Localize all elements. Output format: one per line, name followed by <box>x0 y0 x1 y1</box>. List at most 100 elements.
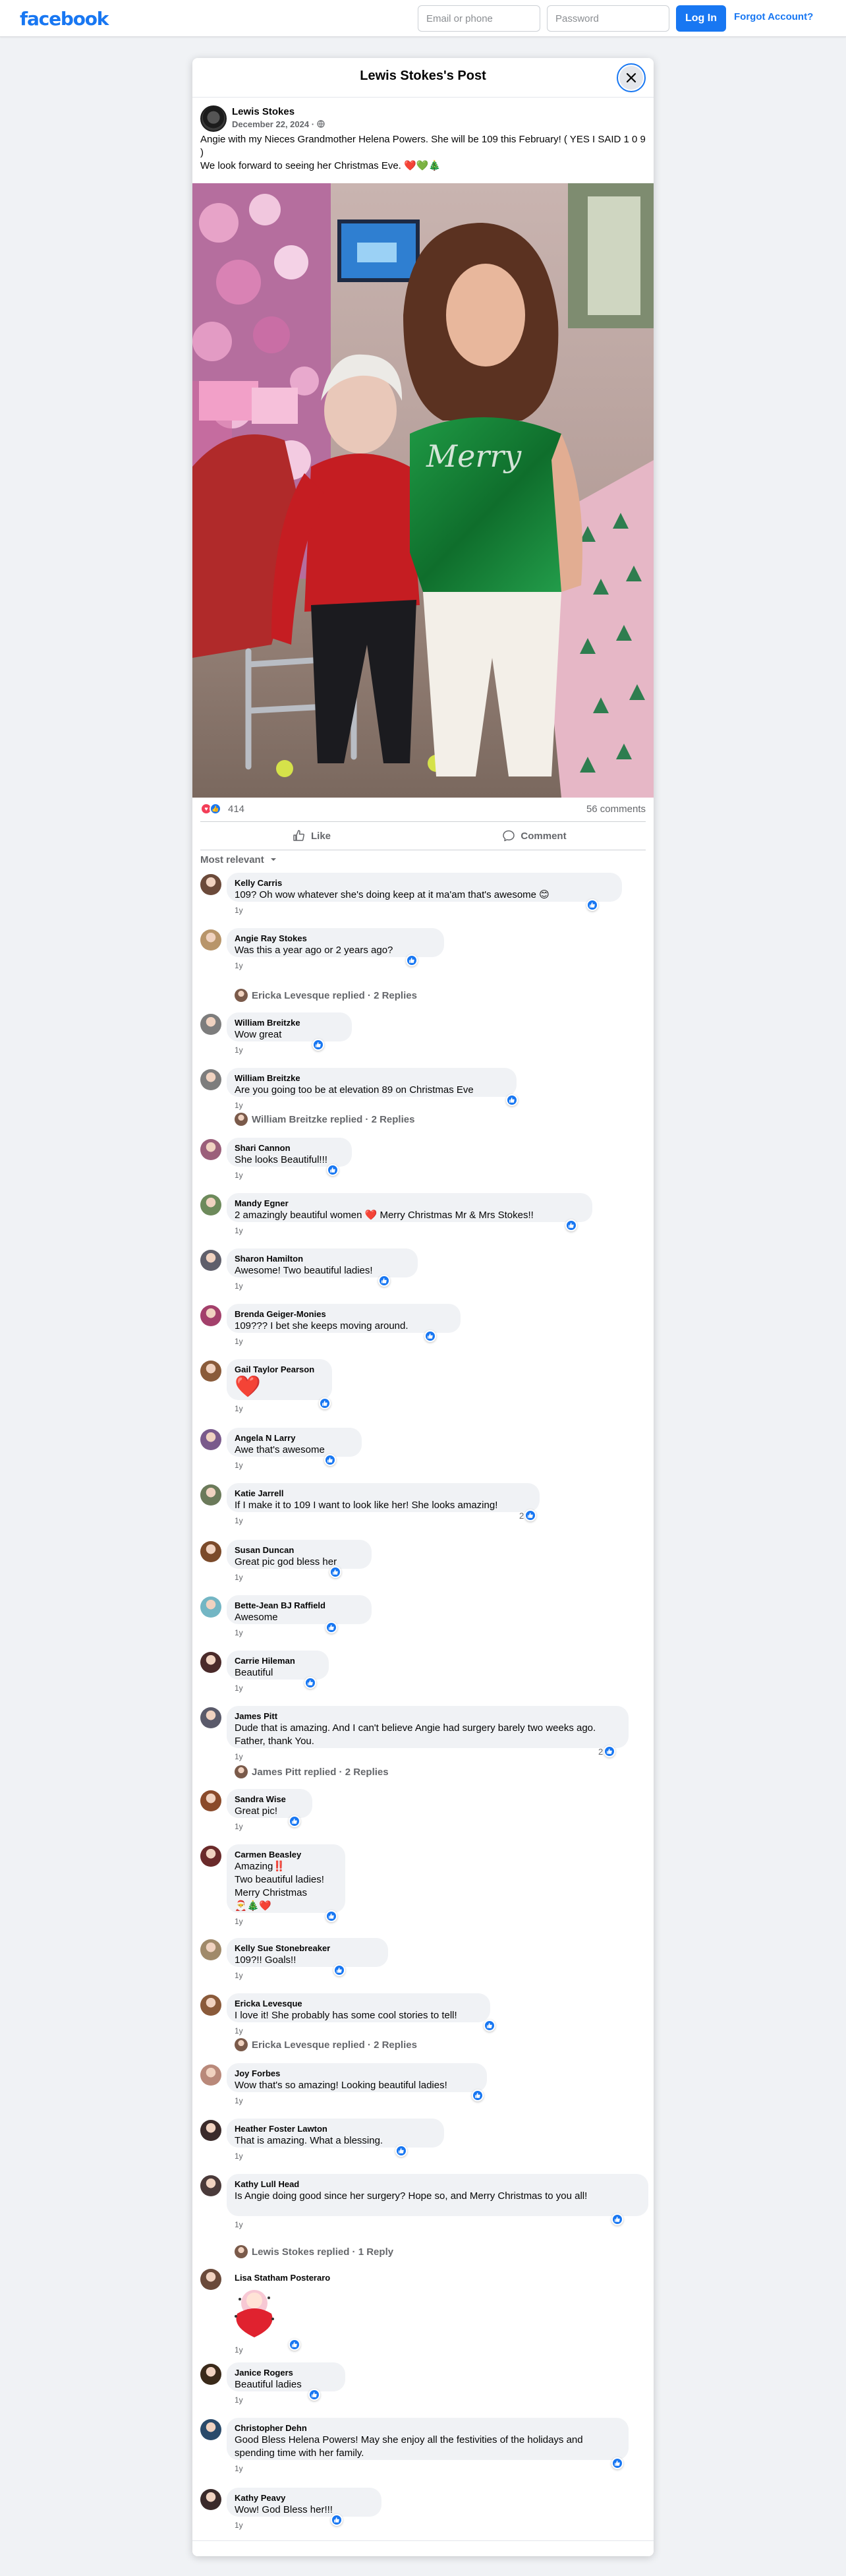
commenter-avatar[interactable] <box>200 2419 221 2440</box>
commenter-name[interactable]: Carrie Hileman <box>235 1656 321 1666</box>
comment-like-badge[interactable] <box>324 1454 336 1466</box>
author-name[interactable]: Lewis Stokes <box>232 106 295 117</box>
commenter-name[interactable]: Sharon Hamilton <box>235 1254 410 1264</box>
comment-like-badge[interactable] <box>611 2213 623 2225</box>
view-replies-link[interactable]: Lewis Stokes replied · 1 Reply <box>235 2245 393 2258</box>
comment-like-badge[interactable] <box>331 2514 343 2526</box>
view-replies-link[interactable]: James Pitt replied · 2 Replies <box>235 1765 389 1778</box>
like-button[interactable]: Like <box>200 822 423 850</box>
comment-like-badge[interactable] <box>472 2090 484 2101</box>
view-replies-link[interactable]: Ericka Levesque replied · 2 Replies <box>235 989 417 1002</box>
commenter-name[interactable]: William Breitzke <box>235 1073 509 1084</box>
comment-like-badge[interactable] <box>329 1566 341 1578</box>
comment-sort-dropdown[interactable]: Most relevant <box>200 854 277 865</box>
commenter-avatar[interactable] <box>200 1707 221 1728</box>
comment-timestamp[interactable]: 1y <box>235 1461 243 1470</box>
comment-timestamp[interactable]: 1y <box>235 2464 243 2473</box>
comment-timestamp[interactable]: 1y <box>235 2345 243 2355</box>
commenter-name[interactable]: Angie Ray Stokes <box>235 933 436 944</box>
comment-like-badge[interactable] <box>308 2389 320 2401</box>
commenter-avatar[interactable] <box>200 929 221 951</box>
commenter-avatar[interactable] <box>200 2364 221 2385</box>
commenter-name[interactable]: Susan Duncan <box>235 1545 364 1556</box>
commenter-avatar[interactable] <box>200 1596 221 1618</box>
comment-like-badge[interactable] <box>289 2339 300 2351</box>
commenter-name[interactable]: Gail Taylor Pearson <box>235 1364 324 1375</box>
commenter-avatar[interactable] <box>200 1939 221 1960</box>
comment-timestamp[interactable]: 1y <box>235 2395 243 2405</box>
commenter-avatar[interactable] <box>200 1250 221 1271</box>
commenter-name[interactable]: Kelly Carris <box>235 878 614 889</box>
password-field[interactable] <box>547 5 669 32</box>
reaction-count[interactable]: 414 <box>228 804 244 815</box>
close-button[interactable] <box>617 63 646 92</box>
commenter-avatar[interactable] <box>200 1305 221 1326</box>
commenter-name[interactable]: Lisa Statham Posteraro <box>235 2273 351 2283</box>
commenter-avatar[interactable] <box>200 2120 221 2141</box>
comment-timestamp[interactable]: 1y <box>235 2152 243 2161</box>
comment-like-badge[interactable] <box>325 1910 337 1922</box>
comment-timestamp[interactable]: 1y <box>235 961 243 970</box>
comment-timestamp[interactable]: 1y <box>235 2220 243 2229</box>
comment-timestamp[interactable]: 1y <box>235 1226 243 1235</box>
reaction-summary[interactable]: ♥ 👍 414 56 comments <box>200 802 646 817</box>
comment-like-badge[interactable] <box>395 2145 407 2157</box>
post-date[interactable]: December 22, 2024 · <box>232 119 325 129</box>
comment-count[interactable]: 56 comments <box>586 804 646 815</box>
commenter-name[interactable]: Heather Foster Lawton <box>235 2124 436 2134</box>
commenter-name[interactable]: Kathy Lull Head <box>235 2179 640 2190</box>
comment-like-badge[interactable] <box>506 1094 518 1106</box>
commenter-avatar[interactable] <box>200 1014 221 1035</box>
comment-timestamp[interactable]: 1y <box>235 1045 243 1055</box>
comment-like-badge[interactable] <box>378 1275 390 1287</box>
commenter-name[interactable]: Christopher Dehn <box>235 2423 621 2434</box>
commenter-name[interactable]: Angela N Larry <box>235 1433 354 1444</box>
author-avatar[interactable] <box>200 105 227 132</box>
commenter-avatar[interactable] <box>200 1846 221 1867</box>
comment-timestamp[interactable]: 1y <box>235 1171 243 1180</box>
comment-like-badge[interactable] <box>611 2457 623 2469</box>
commenter-avatar[interactable] <box>200 1995 221 2016</box>
comment-timestamp[interactable]: 1y <box>235 1628 243 1637</box>
facebook-logo[interactable]: facebook <box>20 8 109 30</box>
commenter-name[interactable]: Shari Cannon <box>235 1143 344 1154</box>
commenter-name[interactable]: Kathy Peavy <box>235 2493 374 2503</box>
commenter-name[interactable]: Mandy Egner <box>235 1198 584 1209</box>
comment-like-badge[interactable] <box>565 1219 577 1231</box>
forgot-account-link[interactable]: Forgot Account? <box>734 11 813 22</box>
comment-like-badge[interactable] <box>304 1677 316 1689</box>
email-field[interactable] <box>418 5 540 32</box>
commenter-avatar[interactable] <box>200 1790 221 1811</box>
commenter-name[interactable]: James Pitt <box>235 1711 621 1722</box>
comment-like-badge[interactable] <box>319 1397 331 1409</box>
comment-like-badge[interactable] <box>424 1330 436 1342</box>
comment-timestamp[interactable]: 1y <box>235 1822 243 1831</box>
comment-like-badge[interactable] <box>333 1964 345 1976</box>
view-replies-link[interactable]: William Breitzke replied · 2 Replies <box>235 1113 414 1126</box>
commenter-avatar[interactable] <box>200 2064 221 2086</box>
view-replies-link[interactable]: Ericka Levesque replied · 2 Replies <box>235 2038 417 2051</box>
login-button[interactable]: Log In <box>676 5 726 32</box>
commenter-avatar[interactable] <box>200 1429 221 1450</box>
comment-like-badge[interactable] <box>484 2020 495 2032</box>
commenter-name[interactable]: Kelly Sue Stonebreaker <box>235 1943 380 1954</box>
commenter-avatar[interactable] <box>200 1361 221 1382</box>
commenter-avatar[interactable] <box>200 1069 221 1090</box>
commenter-name[interactable]: Carmen Beasley <box>235 1850 337 1860</box>
comment-timestamp[interactable]: 1y <box>235 1404 243 1413</box>
comment-like-badge[interactable] <box>604 1745 615 1757</box>
comment-timestamp[interactable]: 1y <box>235 2026 243 2035</box>
comment-like-badge[interactable] <box>406 954 418 966</box>
comment-timestamp[interactable]: 1y <box>235 1917 243 1926</box>
comment-timestamp[interactable]: 1y <box>235 1752 243 1761</box>
comment-like-badge[interactable] <box>289 1815 300 1827</box>
comment-button[interactable]: Comment <box>423 822 646 850</box>
comment-timestamp[interactable]: 1y <box>235 906 243 915</box>
comment-like-badge[interactable] <box>312 1039 324 1051</box>
commenter-avatar[interactable] <box>200 2175 221 2196</box>
comment-timestamp[interactable]: 1y <box>235 2521 243 2530</box>
commenter-name[interactable]: Janice Rogers <box>235 2368 337 2378</box>
comment-like-badge[interactable] <box>586 899 598 911</box>
comment-like-badge[interactable] <box>325 1622 337 1633</box>
commenter-avatar[interactable] <box>200 1484 221 1506</box>
